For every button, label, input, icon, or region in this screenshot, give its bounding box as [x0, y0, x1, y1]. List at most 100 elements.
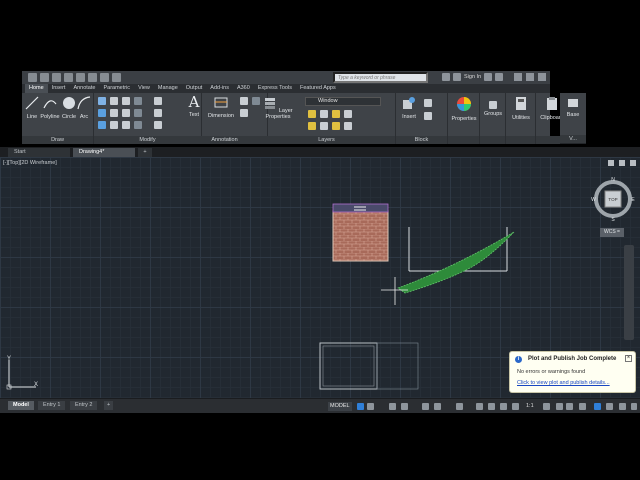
- file-tab-start[interactable]: Start: [8, 148, 70, 157]
- layer-off-icon[interactable]: [344, 122, 352, 130]
- layers-panel-title[interactable]: Layers: [258, 136, 395, 144]
- osnap-icon[interactable]: [422, 403, 429, 410]
- layer-match-icon[interactable]: [308, 122, 316, 130]
- wcs-menu[interactable]: WCS =: [600, 228, 624, 237]
- layer-unisolate-icon[interactable]: [332, 122, 340, 130]
- help-icon[interactable]: [495, 73, 504, 81]
- redo-icon[interactable]: [112, 73, 121, 82]
- hardware-acceleration-icon[interactable]: [606, 403, 613, 410]
- navigation-bar[interactable]: [624, 245, 634, 340]
- ortho-icon[interactable]: [389, 403, 396, 410]
- move-icon[interactable]: [98, 97, 106, 105]
- otrack-icon[interactable]: [434, 403, 441, 410]
- utilities-panel[interactable]: Utilities: [506, 93, 536, 144]
- stretch-icon[interactable]: [98, 121, 106, 129]
- scale-icon[interactable]: [110, 121, 118, 129]
- tab-output[interactable]: Output: [182, 84, 207, 93]
- plot-details-link[interactable]: Click to view plot and publish details..…: [517, 380, 610, 386]
- tab-express-tools[interactable]: Express Tools: [254, 84, 296, 93]
- offset-icon[interactable]: [134, 121, 142, 129]
- tab-view[interactable]: View: [134, 84, 154, 93]
- break-icon[interactable]: [154, 109, 162, 117]
- rotate-icon[interactable]: [110, 97, 118, 105]
- new-tab-button[interactable]: +: [138, 148, 152, 157]
- open-file-icon[interactable]: [52, 73, 61, 82]
- compass-west[interactable]: W: [591, 197, 596, 203]
- lower-viewport-frames[interactable]: [319, 342, 419, 390]
- tab-featured-apps[interactable]: Featured Apps: [296, 84, 340, 93]
- fillet-icon[interactable]: [122, 109, 130, 117]
- maximize-icon[interactable]: [526, 73, 534, 81]
- properties-panel[interactable]: Properties: [448, 93, 480, 144]
- polyline-tool[interactable]: Polyline: [40, 96, 60, 120]
- join-icon[interactable]: [154, 97, 162, 105]
- new-layout-button[interactable]: +: [104, 401, 114, 410]
- tab-a360[interactable]: A360: [233, 84, 254, 93]
- tab-add-ins[interactable]: Add-ins: [206, 84, 233, 93]
- annotation-monitor-icon[interactable]: [556, 403, 563, 410]
- text-tool[interactable]: A Text: [184, 95, 204, 119]
- arc-tool[interactable]: Arc: [77, 96, 91, 120]
- new-file-icon[interactable]: [40, 73, 49, 82]
- circle-tool[interactable]: Circle: [61, 96, 77, 120]
- base-panel[interactable]: Base V...: [560, 93, 586, 144]
- groups-panel[interactable]: Groups: [480, 93, 506, 144]
- lengthen-icon[interactable]: [154, 121, 162, 129]
- save-icon[interactable]: [64, 73, 73, 82]
- snap-icon[interactable]: [367, 403, 374, 410]
- file-tab-drawing4[interactable]: Drawing4*: [73, 148, 135, 157]
- lineweight-icon[interactable]: [456, 403, 463, 410]
- layer-freeze-icon[interactable]: [320, 110, 328, 118]
- workspace-gear-icon[interactable]: [543, 403, 550, 410]
- layer-isolate-icon[interactable]: [344, 110, 352, 118]
- base-tool[interactable]: Base: [561, 96, 585, 118]
- layout-tab-entry-1[interactable]: Entry 1: [38, 401, 66, 410]
- save-as-icon[interactable]: [76, 73, 85, 82]
- layer-dropdown[interactable]: Window: [305, 97, 381, 106]
- quick-properties-icon[interactable]: [579, 403, 586, 410]
- close-icon[interactable]: ×: [625, 355, 632, 362]
- create-block-icon[interactable]: [424, 99, 432, 107]
- draw-panel-title[interactable]: Draw: [22, 136, 93, 144]
- plot-icon[interactable]: [88, 73, 97, 82]
- layer-previous-icon[interactable]: [320, 122, 328, 130]
- tab-manage[interactable]: Manage: [154, 84, 182, 93]
- customization-menu-icon[interactable]: [631, 403, 637, 410]
- line-tool[interactable]: Line: [24, 96, 40, 120]
- groups-tool[interactable]: Groups: [481, 101, 505, 117]
- units-icon[interactable]: [566, 403, 573, 410]
- close-icon[interactable]: [538, 73, 546, 81]
- view-panel-title[interactable]: V...: [560, 135, 586, 143]
- tab-home[interactable]: Home: [25, 84, 48, 93]
- layout-tab-entry-2[interactable]: Entry 2: [70, 401, 98, 410]
- app-menu-icon[interactable]: [28, 73, 37, 82]
- layer-properties-tool[interactable]: Layer Properties: [260, 96, 296, 120]
- search-input[interactable]: [333, 72, 428, 83]
- brick-window-block[interactable]: [332, 203, 389, 262]
- explode-icon[interactable]: [134, 109, 142, 117]
- mirror-icon[interactable]: [110, 109, 118, 117]
- clean-screen-icon[interactable]: [619, 403, 626, 410]
- annotation-scale[interactable]: 1:1: [526, 403, 534, 409]
- polar-icon[interactable]: [401, 403, 408, 410]
- trim-icon[interactable]: [122, 97, 130, 105]
- properties-tool[interactable]: Properties: [450, 96, 478, 122]
- transparency-icon[interactable]: [476, 403, 483, 410]
- block-panel-title[interactable]: Block: [396, 136, 447, 144]
- viewcube[interactable]: TOP N S E W: [591, 177, 635, 221]
- grid-icon[interactable]: [357, 403, 364, 410]
- tab-annotate[interactable]: Annotate: [69, 84, 99, 93]
- auto-scale-icon[interactable]: [512, 403, 519, 410]
- selection-cycling-icon[interactable]: [488, 403, 495, 410]
- compass-north[interactable]: N: [611, 177, 615, 183]
- annotation-visibility-icon[interactable]: [500, 403, 507, 410]
- annotation-panel-title[interactable]: Annotation: [182, 136, 267, 144]
- compass-east[interactable]: E: [631, 197, 635, 203]
- layer-lock-icon[interactable]: [332, 110, 340, 118]
- search-icon[interactable]: [442, 73, 450, 81]
- tab-parametric[interactable]: Parametric: [99, 84, 134, 93]
- insert-block-tool[interactable]: Insert: [398, 96, 420, 120]
- model-space-button[interactable]: MODEL: [328, 402, 352, 411]
- layout-tab-model[interactable]: Model: [8, 401, 34, 410]
- dimension-tool[interactable]: Dimension: [206, 95, 236, 119]
